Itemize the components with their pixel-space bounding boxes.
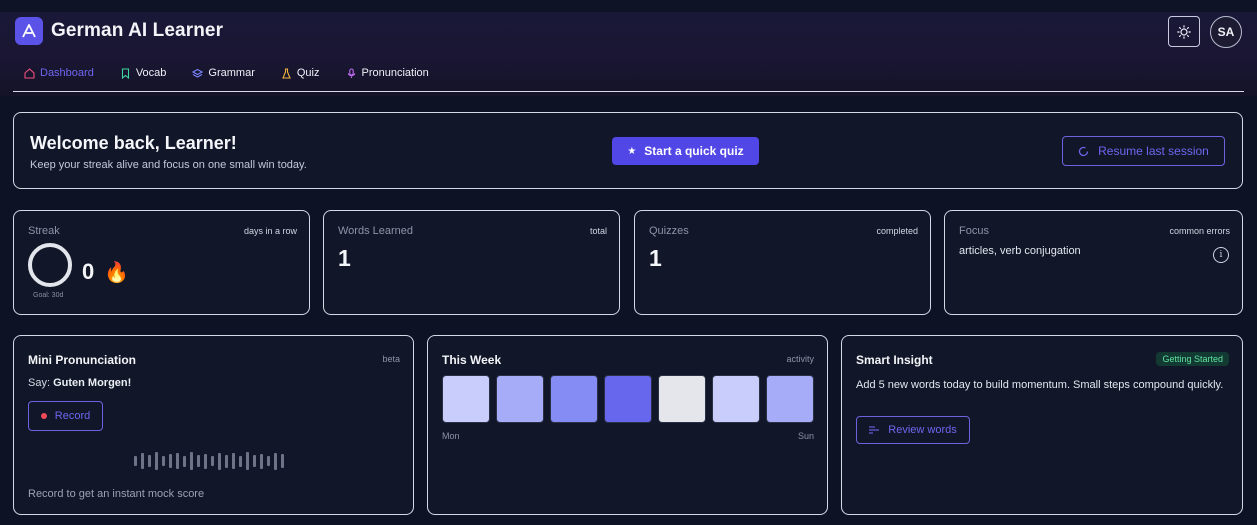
- words-learned-card: Words Learned total 1: [323, 210, 620, 315]
- start-quick-quiz-button[interactable]: ★ Start a quick quiz: [612, 137, 759, 165]
- card-meta: beta: [382, 354, 400, 364]
- nav-item-dashboard[interactable]: Dashboard: [24, 67, 94, 79]
- theme-toggle-button[interactable]: [1168, 16, 1200, 47]
- refresh-icon: [1079, 146, 1089, 156]
- focus-value: articles, verb conjugation: [959, 245, 1081, 257]
- quiz-button-label: Start a quick quiz: [644, 144, 744, 158]
- streak-value: 0: [82, 259, 95, 284]
- avatar[interactable]: SA: [1210, 16, 1242, 48]
- welcome-subtitle: Keep your streak alive and focus on one …: [30, 159, 307, 171]
- week-day-cell: [442, 375, 490, 423]
- nav-label: Grammar: [208, 67, 255, 79]
- top-header: [0, 0, 1257, 96]
- nav-item-quiz[interactable]: Quiz: [281, 67, 320, 79]
- phrase: Guten Morgen!: [53, 377, 132, 389]
- resume-button-label: Resume last session: [1098, 144, 1209, 158]
- star-icon: ★: [627, 145, 637, 157]
- resume-session-button[interactable]: Resume last session: [1062, 136, 1225, 166]
- week-start-label: Mon: [442, 431, 460, 441]
- nav-label: Vocab: [135, 67, 167, 79]
- info-icon[interactable]: i: [1213, 247, 1229, 263]
- layers-icon: [192, 68, 204, 78]
- stat-meta: total: [589, 226, 607, 236]
- streak-progress-ring: [28, 243, 72, 287]
- nav-item-vocab[interactable]: Vocab: [120, 67, 167, 79]
- week-activity-grid: [442, 375, 814, 423]
- flask-icon: [282, 67, 291, 79]
- words-learned-value: 1: [338, 245, 351, 271]
- main-nav: Dashboard Vocab Grammar Quiz Pronunciati…: [24, 67, 455, 79]
- list-icon: [869, 426, 880, 434]
- say-prompt: Say: Guten Morgen!: [28, 377, 132, 389]
- card-title: This Week: [442, 353, 502, 367]
- week-day-cell: [496, 375, 544, 423]
- flame-icon: 🔥: [104, 262, 129, 284]
- record-button-label: Record: [54, 410, 91, 422]
- stat-label: Focus: [959, 225, 989, 237]
- week-day-cell: [712, 375, 760, 423]
- week-day-cell: [604, 375, 652, 423]
- home-icon: [24, 67, 35, 79]
- stat-meta: days in a row: [243, 226, 297, 236]
- record-button[interactable]: Record: [28, 401, 103, 431]
- status-badge: Getting Started: [1156, 352, 1229, 366]
- stat-label: Words Learned: [338, 225, 414, 237]
- bookmark-icon: [121, 67, 129, 79]
- stat-label: Streak: [28, 225, 60, 237]
- stat-meta: common errors: [1169, 226, 1230, 236]
- nav-label: Pronunciation: [361, 67, 429, 79]
- quizzes-card: Quizzes completed 1: [634, 210, 931, 315]
- week-day-cell: [550, 375, 598, 423]
- card-title: Mini Pronunciation: [28, 353, 136, 367]
- waveform: [134, 451, 288, 471]
- week-day-cell: [658, 375, 706, 423]
- record-dot-icon: [40, 413, 47, 419]
- card-title: Smart Insight: [856, 353, 933, 367]
- week-end-label: Sun: [797, 431, 814, 441]
- focus-card: Focus common errors articles, verb conju…: [944, 210, 1243, 315]
- header-divider: [13, 91, 1244, 92]
- sun-icon: [1177, 24, 1191, 39]
- nav-label: Quiz: [296, 67, 320, 79]
- microphone-icon: [347, 67, 355, 78]
- this-week-card: This Week activity Mon Sun: [427, 335, 828, 515]
- quizzes-value: 1: [649, 245, 662, 271]
- review-words-button[interactable]: Review words: [856, 416, 970, 444]
- app-title: German AI Learner: [51, 20, 224, 41]
- insight-text: Add 5 new words today to build momentum.…: [856, 379, 1224, 391]
- welcome-title: Welcome back, Learner!: [30, 133, 237, 153]
- nav-label: Dashboard: [40, 67, 94, 79]
- card-meta: activity: [786, 354, 814, 364]
- nav-item-pronunciation[interactable]: Pronunciation: [346, 67, 429, 79]
- stat-meta: completed: [876, 226, 918, 236]
- welcome-card: Welcome back, Learner! Keep your streak …: [13, 112, 1243, 189]
- record-hint: Record to get an instant mock score: [28, 488, 205, 500]
- week-day-cell: [766, 375, 814, 423]
- streak-card: Streak days in a row Goal: 30d 0 🔥: [13, 210, 310, 315]
- app-logo-icon[interactable]: [15, 17, 43, 45]
- mini-pronunciation-card: Mini Pronunciation beta Say: Guten Morge…: [13, 335, 414, 515]
- stat-label: Quizzes: [649, 225, 689, 237]
- nav-item-grammar[interactable]: Grammar: [192, 67, 255, 79]
- review-button-label: Review words: [888, 424, 957, 436]
- streak-goal: Goal: 30d: [33, 292, 64, 299]
- smart-insight-card: Smart Insight Getting Started Add 5 new …: [841, 335, 1243, 515]
